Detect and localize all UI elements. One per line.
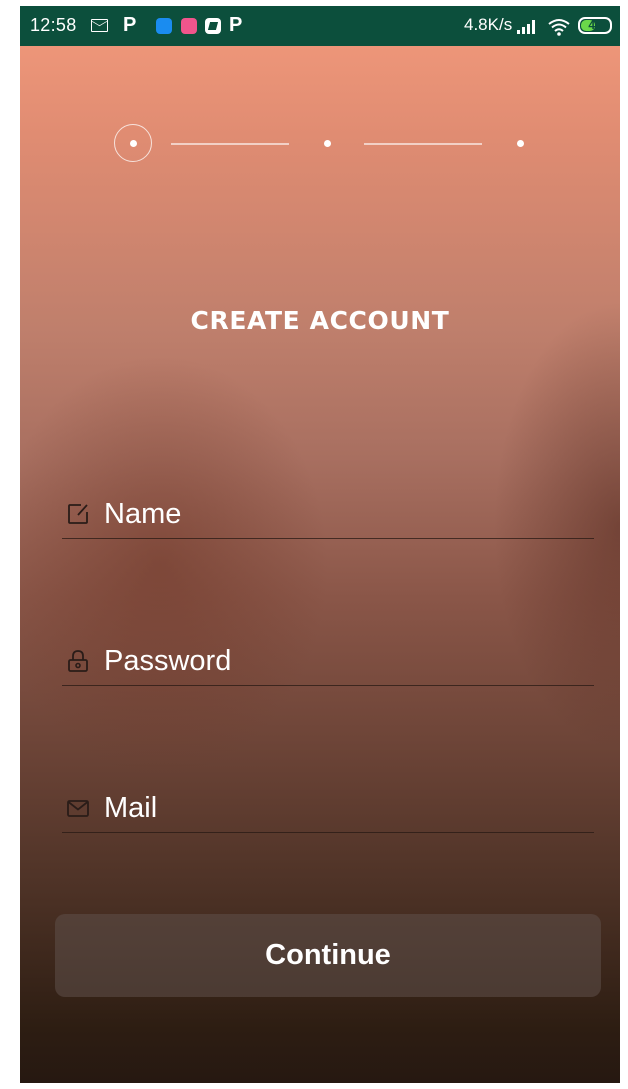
mail-field bbox=[62, 786, 594, 833]
zhihu-app-icon bbox=[156, 18, 172, 34]
password-input[interactable] bbox=[104, 643, 594, 679]
name-field bbox=[62, 492, 594, 539]
status-bar: 12:58 P P 4.8K/s 48 bbox=[20, 6, 620, 46]
step-connector-2 bbox=[364, 143, 482, 145]
wifi-icon bbox=[548, 19, 570, 36]
network-speed: 4.8K/s bbox=[464, 15, 513, 34]
app-screen: 12:58 P P 4.8K/s 48 CREATE ACCOUNT Name … bbox=[20, 6, 620, 1083]
name-input[interactable] bbox=[104, 496, 594, 532]
battery-level: 48 bbox=[588, 18, 602, 32]
mail-notification-icon bbox=[91, 19, 108, 32]
pink-app-icon bbox=[181, 18, 197, 34]
p-app-icon: P bbox=[123, 14, 137, 36]
step-connector-1 bbox=[171, 143, 289, 145]
step-1-dot bbox=[130, 140, 137, 147]
mail-input[interactable] bbox=[104, 790, 594, 826]
lock-icon bbox=[68, 650, 88, 672]
mail-icon bbox=[67, 800, 89, 817]
edit-icon bbox=[68, 504, 88, 524]
password-field bbox=[62, 639, 594, 686]
step-2-dot bbox=[324, 140, 331, 147]
progress-stepper bbox=[20, 123, 620, 165]
z-app-icon bbox=[205, 18, 221, 34]
status-time: 12:58 bbox=[30, 15, 77, 35]
signal-icon bbox=[517, 18, 539, 34]
page-title: CREATE ACCOUNT bbox=[190, 306, 450, 335]
battery-icon: 48 bbox=[578, 17, 612, 34]
p-app-icon-2: P bbox=[229, 14, 243, 36]
continue-button[interactable]: Continue bbox=[55, 914, 601, 997]
step-3-dot bbox=[517, 140, 524, 147]
